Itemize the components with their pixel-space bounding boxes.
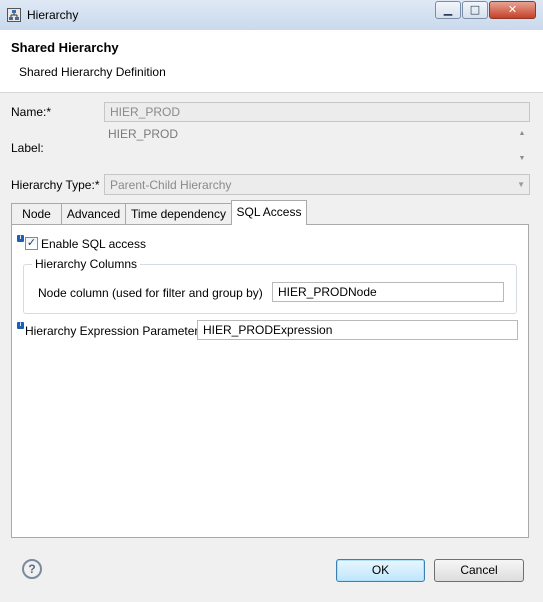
expression-parameter-field[interactable] [197,320,518,340]
hierarchy-app-icon [7,8,21,22]
info-icon: i [17,322,24,329]
dialog-subtitle: Shared Hierarchy Definition [19,65,166,79]
dialog-header: Shared Hierarchy Shared Hierarchy Defini… [0,30,543,93]
dialog-title: Shared Hierarchy [11,40,119,55]
cancel-button[interactable]: Cancel [434,559,524,582]
tab-node[interactable]: Node [11,203,62,224]
minimize-button[interactable]: ▁ [435,1,461,19]
name-label: Name:* [11,105,52,119]
hierarchy-columns-group: Hierarchy Columns Node column (used for … [23,257,517,314]
expression-parameter-label: Hierarchy Expression Parameter [25,324,199,338]
hierarchy-type-combo[interactable]: Parent-Child Hierarchy ▼ [104,174,530,195]
tab-sql-access[interactable]: SQL Access [231,200,307,225]
label-label: Label: [11,141,44,155]
tab-advanced[interactable]: Advanced [61,203,126,224]
chevron-down-icon: ▼ [517,180,525,189]
window-title: Hierarchy [27,8,79,22]
title-bar: Hierarchy ▁ □ ✕ [0,0,543,31]
label-value: HIER_PROD [108,127,179,141]
maximize-button[interactable]: □ [462,1,488,19]
tab-time-dependency[interactable]: Time dependency [125,203,232,224]
scroll-down-icon[interactable]: ▼ [516,153,528,165]
help-icon[interactable]: ? [22,559,42,579]
label-textarea[interactable]: HIER_PROD [104,125,516,167]
enable-sql-access-label: Enable SQL access [41,237,146,251]
name-field[interactable] [104,102,530,122]
scroll-up-icon[interactable]: ▲ [516,128,528,140]
node-column-field[interactable] [272,282,504,302]
label-scrollbar[interactable]: ▲ ▼ [516,125,528,167]
info-icon: i [17,235,24,242]
hierarchy-columns-title: Hierarchy Columns [32,257,141,271]
enable-sql-access-checkbox[interactable]: ✓ [25,237,38,250]
close-button[interactable]: ✕ [489,1,536,19]
hierarchy-type-value: Parent-Child Hierarchy [110,178,232,192]
ok-button[interactable]: OK [336,559,425,582]
hierarchy-type-label: Hierarchy Type:* [11,178,100,192]
node-column-label: Node column (used for filter and group b… [38,286,263,300]
sql-access-panel: i ✓ Enable SQL access Hierarchy Columns … [11,224,529,538]
